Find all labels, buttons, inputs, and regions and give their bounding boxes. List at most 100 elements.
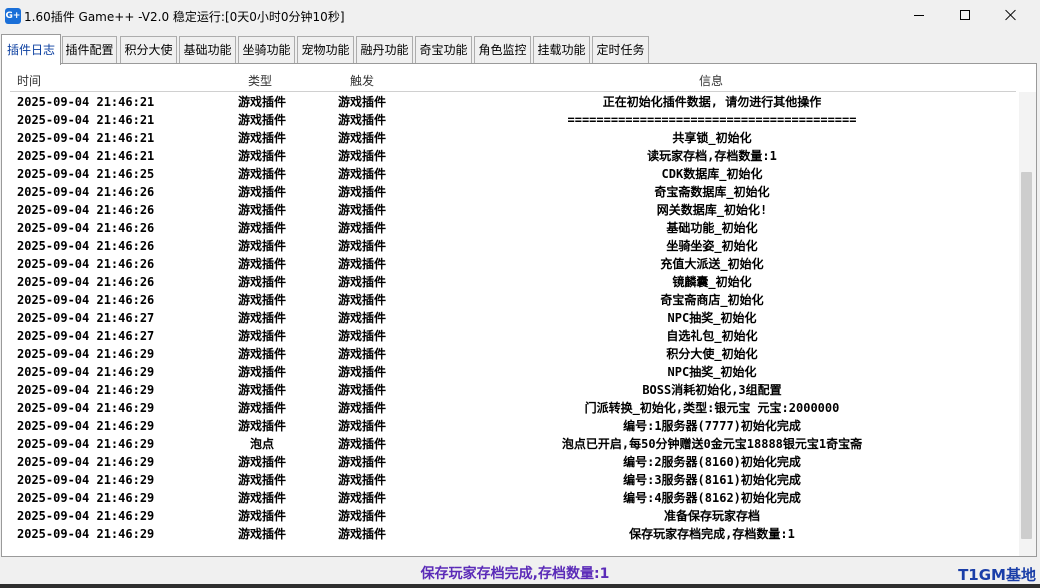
log-row[interactable]: 2025-09-04 21:46:29 游戏插件 游戏插件 编号:4服务器(8162)… [2, 489, 1020, 507]
log-row[interactable]: 2025-09-04 21:46:29 游戏插件 游戏插件 编号:2服务器(8160)… [2, 453, 1020, 471]
log-type-cell: 游戏插件 [237, 527, 286, 541]
log-trigger-cell: 游戏插件 [337, 257, 386, 271]
log-info-cell: NPC抽奖_初始化 [667, 311, 757, 325]
log-info-cell: NPC抽奖_初始化 [667, 365, 757, 379]
tab-mount-load[interactable]: 挂载功能 [533, 36, 590, 64]
log-row[interactable]: 2025-09-04 21:46:29 泡点 游戏插件 泡点已开启,每50分钟赠送0金… [2, 435, 1020, 453]
log-time-cell: 2025-09-04 21:46:26 [17, 203, 155, 217]
log-type-cell: 游戏插件 [237, 329, 286, 343]
log-row[interactable]: 2025-09-04 21:46:26 游戏插件 游戏插件 网关数据库_初始化! [2, 201, 1020, 219]
log-info-cell: 奇宝斋数据库_初始化 [654, 185, 770, 199]
log-time-cell: 2025-09-04 21:46:29 [17, 527, 155, 541]
column-header-info[interactable]: 信息 [699, 72, 723, 89]
column-header-time[interactable]: 时间 [17, 72, 41, 89]
log-type-cell: 泡点 [249, 437, 274, 451]
log-trigger-cell: 游戏插件 [337, 275, 386, 289]
log-info-cell: 坐骑坐姿_初始化 [666, 239, 758, 253]
log-time-cell: 2025-09-04 21:46:29 [17, 419, 155, 433]
log-trigger-cell: 游戏插件 [337, 149, 386, 163]
log-trigger-cell: 游戏插件 [337, 401, 386, 415]
log-row[interactable]: 2025-09-04 21:46:29 游戏插件 游戏插件 保存玩家存档完成,存档数量… [2, 525, 1020, 543]
log-time-cell: 2025-09-04 21:46:25 [17, 167, 155, 181]
log-row[interactable]: 2025-09-04 21:46:21 游戏插件 游戏插件 正在初始化插件数据, 请勿… [2, 93, 1020, 111]
log-time-cell: 2025-09-04 21:46:26 [17, 185, 155, 199]
log-time-cell: 2025-09-04 21:46:29 [17, 365, 155, 379]
log-info-cell: BOSS消耗初始化,3组配置 [642, 383, 782, 397]
log-trigger-cell: 游戏插件 [337, 329, 386, 343]
tab-plugin-log[interactable]: 插件日志 [1, 34, 61, 65]
vertical-scrollbar[interactable] [1019, 92, 1036, 556]
column-header-trigger[interactable]: 触发 [350, 72, 374, 89]
log-time-cell: 2025-09-04 21:46:27 [17, 311, 155, 325]
close-button[interactable] [988, 0, 1034, 30]
log-panel: 时间 类型 触发 信息 2025-09-04 21:46:21 游戏插件 游戏插件正… [1, 63, 1037, 557]
column-header-type[interactable]: 类型 [248, 72, 272, 89]
log-type-cell: 游戏插件 [237, 203, 286, 217]
log-info-cell: 镜麟囊_初始化 [672, 275, 752, 289]
log-time-cell: 2025-09-04 21:46:29 [17, 455, 155, 469]
log-type-cell: 游戏插件 [237, 473, 286, 487]
tab-mount-functions[interactable]: 坐骑功能 [238, 36, 295, 64]
log-trigger-cell: 游戏插件 [337, 95, 386, 109]
log-trigger-cell: 游戏插件 [337, 527, 386, 541]
log-row[interactable]: 2025-09-04 21:46:29 游戏插件 游戏插件 编号:1服务器(7777)… [2, 417, 1020, 435]
log-row[interactable]: 2025-09-04 21:46:29 游戏插件 游戏插件 编号:3服务器(8161)… [2, 471, 1020, 489]
log-time-cell: 2025-09-04 21:46:27 [17, 329, 155, 343]
log-type-cell: 游戏插件 [237, 347, 286, 361]
log-trigger-cell: 游戏插件 [337, 365, 386, 379]
log-type-cell: 游戏插件 [237, 275, 286, 289]
maximize-button[interactable] [942, 0, 988, 30]
log-time-cell: 2025-09-04 21:46:26 [17, 293, 155, 307]
log-row[interactable]: 2025-09-04 21:46:27 游戏插件 游戏插件 NPC抽奖_初始化 [2, 309, 1020, 327]
log-info-cell: 编号:2服务器(8160)初始化完成 [623, 455, 801, 469]
log-type-cell: 游戏插件 [237, 509, 286, 523]
log-row[interactable]: 2025-09-04 21:46:29 游戏插件 游戏插件 BOSS消耗初始化,3组配… [2, 381, 1020, 399]
log-type-cell: 游戏插件 [237, 293, 286, 307]
log-row[interactable]: 2025-09-04 21:46:26 游戏插件 游戏插件 镜麟囊_初始化 [2, 273, 1020, 291]
log-trigger-cell: 游戏插件 [337, 113, 386, 127]
log-info-cell: 编号:4服务器(8162)初始化完成 [623, 491, 801, 505]
minimize-button[interactable] [896, 0, 942, 30]
log-row[interactable]: 2025-09-04 21:46:27 游戏插件 游戏插件 自选礼包_初始化 [2, 327, 1020, 345]
log-row[interactable]: 2025-09-04 21:46:29 游戏插件 游戏插件 门派转换_初始化,类型:银… [2, 399, 1020, 417]
log-row[interactable]: 2025-09-04 21:46:29 游戏插件 游戏插件 NPC抽奖_初始化 [2, 363, 1020, 381]
tab-treasure-functions[interactable]: 奇宝功能 [415, 36, 472, 64]
log-table-header: 时间 类型 触发 信息 [2, 70, 1020, 90]
tab-pet-functions[interactable]: 宠物功能 [297, 36, 354, 64]
log-row[interactable]: 2025-09-04 21:46:21 游戏插件 游戏插件 读玩家存档,存档数量:1 [2, 147, 1020, 165]
log-trigger-cell: 游戏插件 [337, 131, 386, 145]
log-type-cell: 游戏插件 [237, 131, 286, 145]
log-row[interactable]: 2025-09-04 21:46:29 游戏插件 游戏插件 积分大使_初始化 [2, 345, 1020, 363]
tab-pill-fusion[interactable]: 融丹功能 [356, 36, 413, 64]
log-row[interactable]: 2025-09-04 21:46:29 游戏插件 游戏插件 准备保存玩家存档 [2, 507, 1020, 525]
tab-role-monitor[interactable]: 角色监控 [474, 36, 531, 64]
log-time-cell: 2025-09-04 21:46:29 [17, 473, 155, 487]
log-type-cell: 游戏插件 [237, 401, 286, 415]
log-type-cell: 游戏插件 [237, 149, 286, 163]
log-row[interactable]: 2025-09-04 21:46:26 游戏插件 游戏插件 奇宝斋商店_初始化 [2, 291, 1020, 309]
log-trigger-cell: 游戏插件 [337, 239, 386, 253]
log-time-cell: 2025-09-04 21:46:21 [17, 113, 155, 127]
header-divider [10, 91, 1016, 92]
log-row[interactable]: 2025-09-04 21:46:25 游戏插件 游戏插件 CDK数据库_初始化 [2, 165, 1020, 183]
log-row[interactable]: 2025-09-04 21:46:26 游戏插件 游戏插件 充值大派送_初始化 [2, 255, 1020, 273]
log-info-cell: 编号:3服务器(8161)初始化完成 [623, 473, 801, 487]
log-type-cell: 游戏插件 [237, 221, 286, 235]
tab-scheduled-tasks[interactable]: 定时任务 [592, 36, 649, 64]
log-row[interactable]: 2025-09-04 21:46:21 游戏插件 游戏插件 共享锁_初始化 [2, 129, 1020, 147]
log-trigger-cell: 游戏插件 [337, 383, 386, 397]
log-row[interactable]: 2025-09-04 21:46:21 游戏插件 游戏插件 =============… [2, 111, 1020, 129]
tab-basic-functions[interactable]: 基础功能 [179, 36, 236, 64]
log-info-cell: 网关数据库_初始化! [656, 203, 768, 217]
tab-points-ambassador[interactable]: 积分大使 [120, 36, 177, 64]
log-type-cell: 游戏插件 [237, 239, 286, 253]
log-row[interactable]: 2025-09-04 21:46:26 游戏插件 游戏插件 奇宝斋数据库_初始化 [2, 183, 1020, 201]
log-info-cell: CDK数据库_初始化 [661, 167, 763, 181]
log-time-cell: 2025-09-04 21:46:26 [17, 239, 155, 253]
log-info-cell: ======================================== [567, 113, 857, 127]
log-time-cell: 2025-09-04 21:46:21 [17, 149, 155, 163]
scrollbar-thumb[interactable] [1021, 172, 1032, 539]
log-row[interactable]: 2025-09-04 21:46:26 游戏插件 游戏插件 坐骑坐姿_初始化 [2, 237, 1020, 255]
log-row[interactable]: 2025-09-04 21:46:26 游戏插件 游戏插件 基础功能_初始化 [2, 219, 1020, 237]
tab-plugin-config[interactable]: 插件配置 [62, 36, 117, 64]
